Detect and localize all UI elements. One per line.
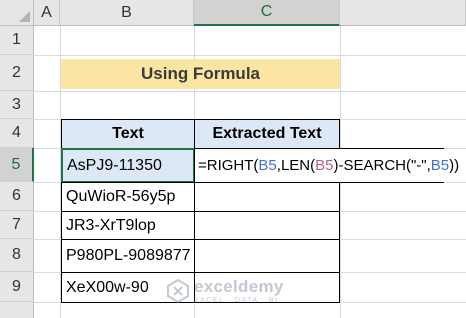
formula-func-len: ,LEN( <box>276 157 316 174</box>
column-header-c[interactable]: C <box>194 0 340 26</box>
gridline <box>34 55 466 56</box>
row-header-5[interactable]: 5 <box>0 148 34 182</box>
cell-c8[interactable] <box>194 239 340 273</box>
formula-ref-b5: B5 <box>258 157 277 174</box>
cell-b8[interactable]: P980PL-9089877 <box>61 239 195 273</box>
row-header-9[interactable]: 9 <box>0 272 34 302</box>
table-header-text[interactable]: Text <box>61 119 195 149</box>
row-header-7[interactable]: 7 <box>0 211 34 239</box>
cell-b7[interactable]: JR3-XrT9lop <box>61 211 195 240</box>
row-header-8[interactable]: 8 <box>0 239 34 272</box>
gridline <box>34 91 466 92</box>
row-header-2[interactable]: 2 <box>0 55 34 91</box>
row-header-1[interactable]: 1 <box>0 26 34 55</box>
row-header-6[interactable]: 6 <box>0 182 34 211</box>
spreadsheet: A B C 1 2 3 4 5 6 7 8 9 Using Formula Te… <box>0 0 466 318</box>
row-header-10[interactable] <box>0 302 34 318</box>
cell-b5-selected[interactable]: AsPJ9-11350 <box>61 148 195 183</box>
column-header-d[interactable] <box>340 0 466 26</box>
cell-b9[interactable]: XeX00w-90 <box>61 272 195 303</box>
cell-c9[interactable] <box>194 272 340 303</box>
select-all-corner[interactable] <box>0 0 34 26</box>
formula-close: )) <box>449 157 460 174</box>
table-header-extracted-text[interactable]: Extracted Text <box>194 119 340 149</box>
select-all-triangle-icon <box>19 11 30 22</box>
row-header-3[interactable]: 3 <box>0 91 34 119</box>
formula-func-search: )-SEARCH("-", <box>333 157 431 174</box>
column-header-a[interactable]: A <box>34 0 60 26</box>
formula-ref-b5-3: B5 <box>430 157 450 174</box>
formula-ref-b5-2: B5 <box>315 157 334 174</box>
cell-c6[interactable] <box>194 182 340 212</box>
title-cell[interactable]: Using Formula <box>61 59 340 89</box>
column-header-b[interactable]: B <box>60 0 194 26</box>
row-header-4[interactable]: 4 <box>0 119 34 148</box>
cell-c7[interactable] <box>194 211 340 240</box>
cell-b6[interactable]: QuWioR-56y5p <box>61 182 195 212</box>
formula-func-right: =RIGHT( <box>198 157 259 174</box>
cell-c5-formula-editor[interactable]: =RIGHT(B5 ,LEN(B5)-SEARCH("-", B5)) <box>194 148 459 183</box>
